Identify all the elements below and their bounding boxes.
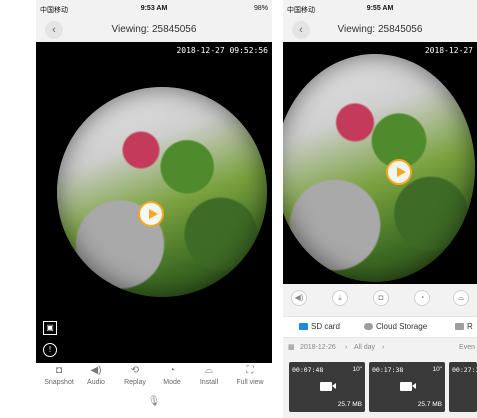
chevron-right-icon: › — [382, 344, 385, 351]
install-icon: ⌓ — [205, 365, 213, 376]
date-selector[interactable]: 2018-12-26 — [300, 344, 336, 351]
page-title: Viewing: 25845056 — [111, 24, 197, 35]
camera-icon: ◘ — [55, 365, 63, 376]
clip-list: 00:07:48 10" 25.7 MB 00:17:38 10" 25.7 M… — [283, 362, 477, 412]
snapshot-label: Snapshot — [44, 379, 74, 386]
clip-duration: 10" — [352, 366, 362, 373]
clip-item[interactable]: 00:27:3 — [449, 362, 477, 412]
video-timestamp: 2018-12-27 — [424, 46, 473, 55]
video-camera-icon — [400, 382, 416, 391]
replay-icon: ⟲ — [130, 365, 140, 376]
battery-indicator: 98% — [253, 5, 268, 12]
play-button[interactable] — [386, 159, 412, 185]
video-icon — [455, 323, 464, 330]
install-button[interactable]: ⌓ — [453, 290, 469, 306]
tab-label: R — [467, 322, 473, 331]
replay-button[interactable]: ⟲ Replay — [117, 365, 153, 386]
mode-button[interactable]: ◔ Mode — [154, 365, 190, 386]
audio-label: Audio — [87, 379, 105, 386]
status-bar: 中国移动 9:53 AM 98% — [36, 0, 272, 18]
control-toolbar: ◘ Snapshot ◀) Audio ⟲ Replay ◔ Mode ⌓ In… — [36, 363, 272, 418]
audio-button[interactable]: ◀) — [291, 290, 307, 306]
mode-icon: ◔ — [168, 365, 176, 376]
download-button[interactable]: ⤓ — [332, 290, 348, 306]
video-camera-icon — [320, 382, 336, 391]
speaker-icon: ◀) — [90, 365, 102, 376]
snapshot-button[interactable]: ◘ — [373, 290, 389, 306]
cloud-icon — [364, 323, 373, 330]
video-player[interactable]: 2018-12-27 09:52:56 ▣ ! — [36, 42, 272, 363]
clip-time: 00:27:3 — [452, 366, 477, 374]
snapshot-button[interactable]: ◘ Snapshot — [41, 365, 77, 386]
microphone-icon: 🎙 — [147, 396, 161, 407]
playback-screen: 中国移动 9:55 AM ‹ Viewing: 25845056 2018-12… — [283, 0, 477, 418]
play-button[interactable] — [138, 201, 164, 227]
fisheye-video-frame — [57, 87, 267, 297]
status-bar: 中国移动 9:55 AM — [283, 0, 477, 18]
filter-bar: ▦ 2018-12-26 › All day › Even — [283, 342, 477, 356]
clip-size: 25.7 MB — [337, 401, 362, 408]
microphone-button[interactable]: 🎙 — [36, 396, 272, 407]
full-view-label: Full view — [236, 379, 264, 386]
video-timestamp: 2018-12-27 09:52:56 — [176, 46, 268, 55]
live-view-screen: 中国移动 9:53 AM 98% ‹ Viewing: 25845056 201… — [36, 0, 272, 418]
audio-button[interactable]: ◀) Audio — [78, 365, 114, 386]
clip-size: 25.7 MB — [417, 401, 442, 408]
mode-label: Mode — [163, 379, 181, 386]
tab-recordings[interactable]: R — [455, 322, 473, 331]
clock: 9:55 AM — [366, 5, 394, 12]
event-filter[interactable]: Even — [459, 344, 475, 351]
clock: 9:53 AM — [140, 5, 168, 12]
fullscreen-icon: ⛶ — [246, 365, 254, 376]
sd-card-icon — [299, 323, 308, 330]
storage-tabs: SD card Cloud Storage R — [283, 316, 477, 338]
install-button[interactable]: ⌓ Install — [191, 365, 227, 386]
clip-duration: 10" — [432, 366, 442, 373]
gallery-icon[interactable]: ▣ — [43, 321, 57, 335]
chevron-right-icon: › — [345, 344, 348, 351]
alert-icon[interactable]: ! — [43, 343, 57, 357]
replay-label: Replay — [124, 379, 146, 386]
video-player[interactable]: 2018-12-27 — [283, 42, 477, 284]
tab-label: Cloud Storage — [376, 322, 428, 331]
tab-label: SD card — [311, 322, 340, 331]
nav-bar: ‹ Viewing: 25845056 — [283, 18, 477, 42]
clip-item[interactable]: 00:07:48 10" 25.7 MB — [289, 362, 365, 412]
install-label: Install — [199, 379, 219, 386]
clip-time: 00:17:38 — [372, 366, 404, 374]
clip-time: 00:07:48 — [292, 366, 324, 374]
page-title: Viewing: 25845056 — [337, 24, 423, 35]
full-view-button[interactable]: ⛶ Full view — [232, 365, 268, 386]
mode-button[interactable]: ◔ — [414, 290, 430, 306]
time-range-selector[interactable]: All day — [354, 344, 375, 351]
nav-bar: ‹ Viewing: 25845056 — [36, 18, 272, 42]
fisheye-video-frame — [283, 54, 475, 282]
tab-cloud-storage[interactable]: Cloud Storage — [364, 322, 427, 331]
tab-sd-card[interactable]: SD card — [299, 322, 340, 331]
calendar-icon[interactable]: ▦ — [288, 343, 295, 351]
clip-item[interactable]: 00:17:38 10" 25.7 MB — [369, 362, 445, 412]
